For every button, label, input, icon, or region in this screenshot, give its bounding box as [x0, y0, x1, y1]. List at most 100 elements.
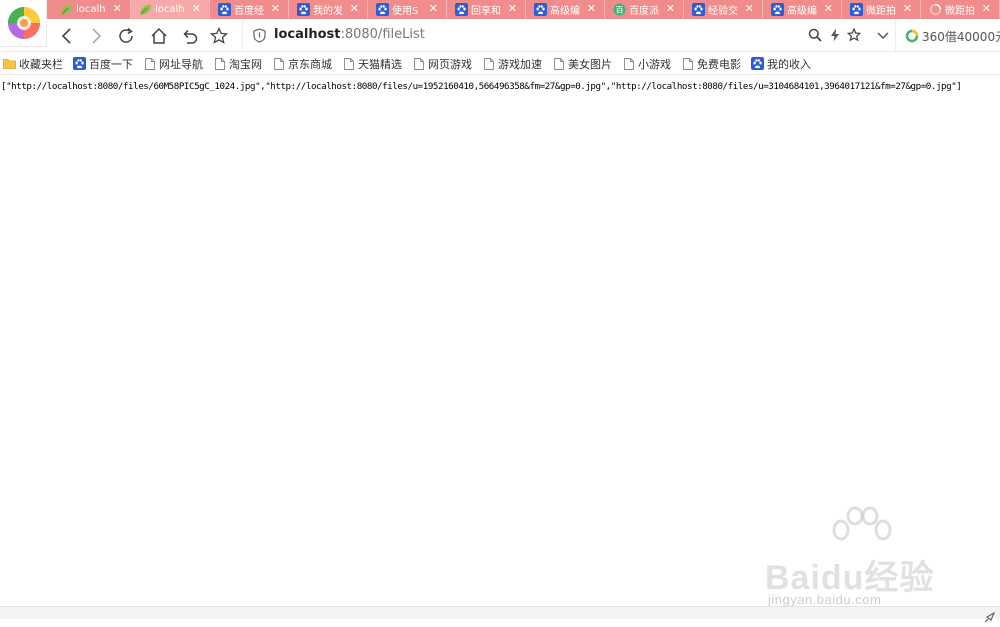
bookmark-item[interactable]: 游戏加速 [482, 56, 542, 72]
close-icon[interactable]: ✕ [192, 3, 201, 15]
page-icon [213, 57, 226, 70]
browser-tab[interactable]: 百度经 ✕ [210, 0, 289, 19]
close-icon[interactable]: ✕ [903, 3, 912, 15]
bookmark-label: 网页游戏 [428, 57, 472, 71]
address-path: :8080/fileList [340, 27, 425, 42]
lightning-icon[interactable] [827, 27, 843, 43]
search-icon[interactable] [807, 27, 823, 43]
bookmark-label: 免费电影 [697, 57, 741, 71]
baidu-paw-icon [455, 3, 468, 16]
tab-label: 百度经 [234, 6, 264, 17]
rocket-icon[interactable] [984, 608, 996, 627]
forward-button[interactable] [85, 25, 107, 47]
baidu-paw-icon [376, 3, 389, 16]
baidu-paw-icon [850, 3, 863, 16]
close-icon[interactable]: ✕ [666, 3, 675, 15]
bookmark-label: 小游戏 [638, 57, 671, 71]
bookmark-label: 美女图片 [568, 57, 612, 71]
page-icon [681, 57, 694, 70]
page-content: ["http://localhost:8080/files/60M58PIC5g… [0, 76, 1000, 607]
browser-tab[interactable]: 经验交 ✕ [684, 0, 763, 19]
chevron-right-icon [92, 28, 102, 44]
bookmark-item[interactable]: 我的收入 [751, 56, 811, 72]
bookmark-label: 百度一下 [89, 57, 133, 71]
close-icon[interactable]: ✕ [350, 3, 359, 15]
bookmark-label: 我的收入 [767, 57, 811, 71]
browser-logo-icon [8, 7, 40, 39]
watermark-url: jingyan.baidu.com [768, 592, 882, 607]
page-icon [412, 57, 425, 70]
reload-icon [119, 27, 133, 43]
address-dropdown-button[interactable] [874, 27, 892, 45]
loading-spinner-icon [929, 3, 942, 16]
tab-label: localh [76, 4, 106, 15]
address-bar[interactable]: localhost:8080/fileList [242, 19, 896, 52]
reload-button[interactable] [115, 25, 137, 47]
bookmark-label: 游戏加速 [498, 57, 542, 71]
tab-label: localh [155, 4, 185, 15]
browser-tab[interactable]: 微距拍 ✕ [842, 0, 921, 19]
browser-tab[interactable]: 我的发 ✕ [289, 0, 368, 19]
favorite-button[interactable] [208, 25, 230, 47]
svg-text:百: 百 [616, 6, 624, 15]
tab-label: 百度派 [629, 6, 659, 17]
browser-tab[interactable]: 高级编 ✕ [526, 0, 605, 19]
star-icon [210, 27, 228, 44]
browser-tab[interactable]: 百百度派 ✕ [605, 0, 684, 19]
bookmark-item[interactable]: 网址导航 [143, 56, 203, 72]
bookmark-item[interactable]: 免费电影 [681, 56, 741, 72]
page-icon [552, 57, 565, 70]
bookmark-item[interactable]: 淘宝网 [213, 56, 262, 72]
tab-label: 高级编 [550, 6, 580, 17]
browser-tab[interactable]: localh ✕ [52, 0, 131, 19]
chevron-left-icon [61, 28, 71, 44]
bookmark-item[interactable]: 网页游戏 [412, 56, 472, 72]
baidu-watermark: Baidu经验 jingyan.baidu.com [760, 506, 1000, 607]
close-icon[interactable]: ✕ [587, 3, 596, 15]
browser-tab[interactable]: 使用S ✕ [368, 0, 447, 19]
page-icon [482, 57, 495, 70]
bookmark-item[interactable]: 百度一下 [73, 56, 133, 72]
bookmark-item[interactable]: 京东商城 [272, 56, 332, 72]
address-host: localhost [274, 27, 341, 42]
bookmark-item[interactable]: 天猫精选 [342, 56, 402, 72]
undo-close-tab-button[interactable] [179, 25, 201, 47]
browser-tab[interactable]: 微距拍 ✕ [921, 0, 1000, 19]
browser-tab[interactable]: 高级编 ✕ [763, 0, 842, 19]
baidu-paw-icon [73, 57, 86, 70]
bookmark-item[interactable]: 收藏夹栏 [3, 56, 63, 72]
close-icon[interactable]: ✕ [271, 3, 280, 15]
leaf-icon [139, 3, 152, 16]
tab-label: 回享和 [471, 6, 501, 17]
promo-text: 360借40000元 [922, 29, 1000, 44]
bookmark-label: 网址导航 [159, 57, 203, 71]
close-icon[interactable]: ✕ [824, 3, 833, 15]
undo-icon [183, 29, 198, 44]
baidu-paw-icon [751, 57, 764, 70]
bookmark-label: 淘宝网 [229, 57, 262, 71]
close-icon[interactable]: ✕ [982, 3, 991, 15]
baidu-paw-icon [771, 3, 784, 16]
tab-label: 我的发 [313, 6, 343, 17]
bookmark-star-icon[interactable] [846, 27, 862, 43]
tab-label: 经验交 [708, 6, 738, 17]
close-icon[interactable]: ✕ [113, 3, 122, 15]
close-icon[interactable]: ✕ [429, 3, 438, 15]
bookmark-item[interactable]: 美女图片 [552, 56, 612, 72]
promo-link[interactable]: 360借40000元 [905, 27, 1000, 45]
back-button[interactable] [56, 25, 78, 47]
close-icon[interactable]: ✕ [508, 3, 517, 15]
shield-icon[interactable] [253, 28, 266, 47]
tab-label: 微距拍 [945, 6, 975, 17]
toolbar: localhost:8080/fileList 360借40000元 [0, 19, 1000, 52]
page-icon [342, 57, 355, 70]
bookmark-item[interactable]: 小游戏 [622, 56, 671, 72]
browser-tab[interactable]: 回享和 ✕ [447, 0, 526, 19]
green-circle-icon: 百 [613, 3, 626, 16]
address-url[interactable]: localhost:8080/fileList [274, 27, 425, 42]
home-button[interactable] [148, 25, 170, 47]
tab-list: localh ✕ localh ✕ 百度经 ✕ 我的发 ✕ 使用S ✕ 回享和 ✕ 高级编 ✕ 百百度派 ✕ 经… [52, 0, 1000, 19]
browser-tab[interactable]: localh ✕ [131, 0, 210, 19]
close-icon[interactable]: ✕ [745, 3, 754, 15]
browser-logo[interactable] [0, 0, 47, 47]
